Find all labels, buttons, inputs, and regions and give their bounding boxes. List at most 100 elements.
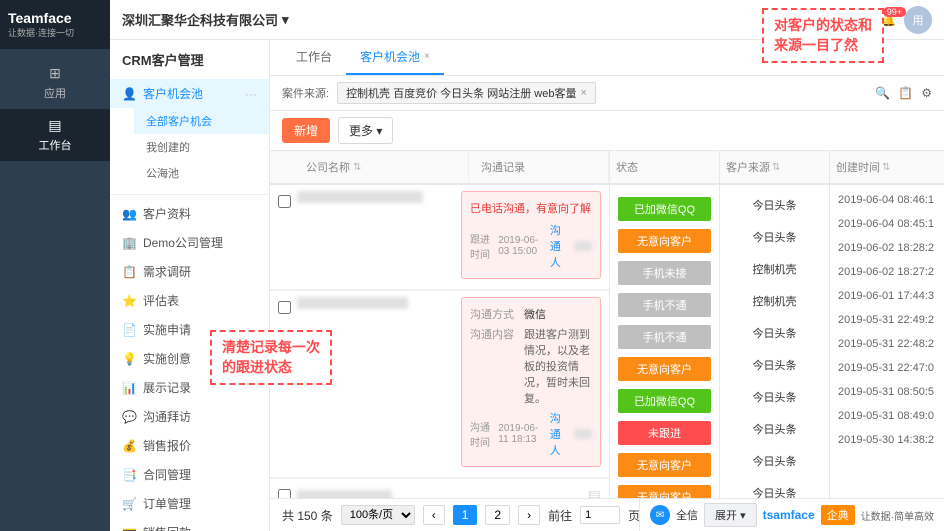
row-checkbox-2[interactable] [278,301,291,314]
status-badge-7[interactable]: 未跟进 [618,421,711,445]
row-checkbox-1[interactable] [278,195,291,208]
open-button[interactable]: 展开 ▾ [704,503,757,527]
sidebar-item-implementation[interactable]: 📄 实施申请 [110,315,269,344]
sidebar-item-apps[interactable]: ⊞ 应用 [0,57,110,109]
company-col-label: 公司名称 [306,159,350,175]
bottom-label: 全信 [676,507,698,523]
sidebar-item-demo-records[interactable]: 📊 展示记录 [110,373,269,402]
customer-pool-label: 客户机会池 [143,85,203,102]
new-button[interactable]: 新增 [282,118,330,143]
tab-workbench-label: 工作台 [296,48,332,65]
status-badge-5[interactable]: 无意向客户 [618,357,711,381]
filter-tag-close[interactable]: × [580,87,586,99]
sidebar-item-public-pool[interactable]: 公海池 [134,160,269,186]
avatar[interactable]: 用 [904,6,932,34]
company-col-header: 公司名称 ⇅ [294,151,469,183]
row-3-action: ▤ [461,487,601,498]
sidebar-item-communication[interactable]: 💬 沟通拜访 [110,402,269,431]
content-area: CRM客户管理 👤 客户机会池 ··· 全部客户机会 我创建的 [110,40,944,531]
comm-icon: 💬 [122,410,137,424]
time-item-10: 2019-05-30 14:38:2 [838,431,936,449]
company-sort-icon[interactable]: ⇅ [353,162,361,173]
tab-close-icon[interactable]: × [424,51,430,62]
sidebar-item-impl-idea[interactable]: 💡 实施创意 [110,344,269,373]
page-2-btn[interactable]: 2 [485,505,510,525]
row-3-blurred [297,490,392,499]
tab-workbench[interactable]: 工作台 [282,40,346,75]
cards-scroll: 已电话沟通，有意向了解 跟进时间 2019-06-03 15:00 沟通人 [270,185,609,498]
source-item-2: 控制机壳 [728,257,821,281]
status-badge-2[interactable]: 手机未接 [618,261,711,285]
sidebar-item-evaluation[interactable]: ⭐ 评估表 [110,286,269,315]
company-cards-section: 公司名称 ⇅ 沟通记录 [270,151,610,498]
export-icon[interactable]: 📋 [898,86,913,100]
card-2-time-row: 沟通时间 2019-06-11 18:13 沟通人 [470,410,592,458]
sidebar-item-all-customers[interactable]: 全部客户机会 [134,108,269,134]
time-item-9: 2019-05-31 08:49:0 [838,407,936,425]
more-button[interactable]: 更多 ▾ [338,117,393,144]
source-column: 客户来源 ⇅ 今日头条 今日头条 控制机壳 控制机壳 今日头条 今日头条 今日头… [720,151,830,498]
company-selector[interactable]: 深圳汇聚华企科技有限公司 ▾ [122,10,289,29]
sidebar-item-my-customers[interactable]: 我创建的 [134,134,269,160]
impl-icon: 📄 [122,323,137,337]
status-col-header: 状态 [610,151,719,185]
page-1-btn[interactable]: 1 [453,505,478,525]
eval-icon: ⭐ [122,294,137,308]
source-col-header: 客户来源 ⇅ [720,151,829,185]
sidebar-item-research[interactable]: 📋 需求调研 [110,257,269,286]
page-jump-input[interactable] [580,506,620,524]
settings-icon[interactable]: ⚙ [921,86,932,100]
data-row-3: ▤ [270,479,609,498]
status-badge-9[interactable]: 无意向客户 [618,485,711,498]
teamface-bottom-logo: tsamface [763,508,815,522]
time-item-4: 2019-06-01 17:44:3 [838,287,936,305]
status-badge-4[interactable]: 手机不通 [618,325,711,349]
status-badge-3[interactable]: 手机不通 [618,293,711,317]
tab-customer-pool[interactable]: 客户机会池 × [346,40,444,75]
source-item-6: 今日头条 [728,385,821,409]
next-page-btn[interactable]: › [518,505,540,525]
status-badge-6[interactable]: 已加微信QQ [618,389,711,413]
sidebar-item-demo-company[interactable]: 🏢 Demo公司管理 [110,228,269,257]
order-icon: 🛒 [122,497,137,511]
company-cell-2 [297,297,455,309]
notification-bell[interactable]: 🔔99+ [881,13,896,27]
sidebar-item-order[interactable]: 🛒 订单管理 [110,489,269,518]
sidebar-item-workbench[interactable]: ▤ 工作台 [0,109,110,161]
card-2-person-blurred [574,429,592,439]
time-sort-icon[interactable]: ⇅ [882,162,890,173]
card-1-time-row: 跟进时间 2019-06-03 15:00 沟通人 [470,222,592,270]
research-label: 需求调研 [143,263,191,280]
row-checkbox-3[interactable] [278,489,291,498]
source-sort-icon[interactable]: ⇅ [772,162,780,173]
sidebar-item-contract[interactable]: 📑 合同管理 [110,460,269,489]
card-1-person-label: 沟通人 [550,222,570,270]
right-area: 工作台 客户机会池 × 案件来源: 控制机壳 百度竞价 今日头条 网站注册 we… [270,40,944,531]
row-3-edit-icon[interactable]: ▤ [588,487,601,498]
per-page-select[interactable]: 100条/页 50条/页 20条/页 [341,505,415,525]
source-item-5: 今日头条 [728,353,821,377]
idea-icon: 💡 [122,352,137,366]
all-customers-label: 全部客户机会 [146,116,212,128]
sidebar-nav: ⊞ 应用 ▤ 工作台 [0,49,110,169]
status-badge-8[interactable]: 无意向客户 [618,453,711,477]
brand-tagline: 让数据·连接一切 [8,26,102,39]
status-badge-1[interactable]: 无意向客户 [618,229,711,253]
card-content-2: 沟通方式 微信 沟通内容 跟进客户测到情况，以及老板的投资情况，暂时未回复。 [461,297,601,471]
sidebar-item-customer-pool[interactable]: 👤 客户机会池 ··· [110,79,269,108]
search-icon[interactable]: 🔍 [875,86,890,100]
source-item-7: 今日头条 [728,417,821,441]
status-badge-0[interactable]: 已加微信QQ [618,197,711,221]
source-item-8: 今日头条 [728,449,821,473]
status-list: 已加微信QQ 无意向客户 手机未接 手机不通 手机不通 无意向客户 已加微信QQ… [610,185,719,498]
comm-col-label: 沟通记录 [481,159,525,175]
status-column: 状态 已加微信QQ 无意向客户 手机未接 手机不通 手机不通 无意向客户 已加微… [610,151,720,498]
sidebar-item-sales-quote[interactable]: 💰 销售报价 [110,431,269,460]
sidebar-item-customer-info[interactable]: 👥 客户资料 [110,199,269,228]
time-item-8: 2019-05-31 08:50:5 [838,383,936,401]
sidebar-item-refund[interactable]: 💳 销售回款 [110,518,269,531]
impl-label: 实施申请 [143,321,191,338]
prev-page-btn[interactable]: ‹ [423,505,445,525]
time-col-label: 创建时间 [836,159,880,175]
customer-section: 👤 客户机会池 ··· 全部客户机会 我创建的 公海池 [110,75,269,190]
